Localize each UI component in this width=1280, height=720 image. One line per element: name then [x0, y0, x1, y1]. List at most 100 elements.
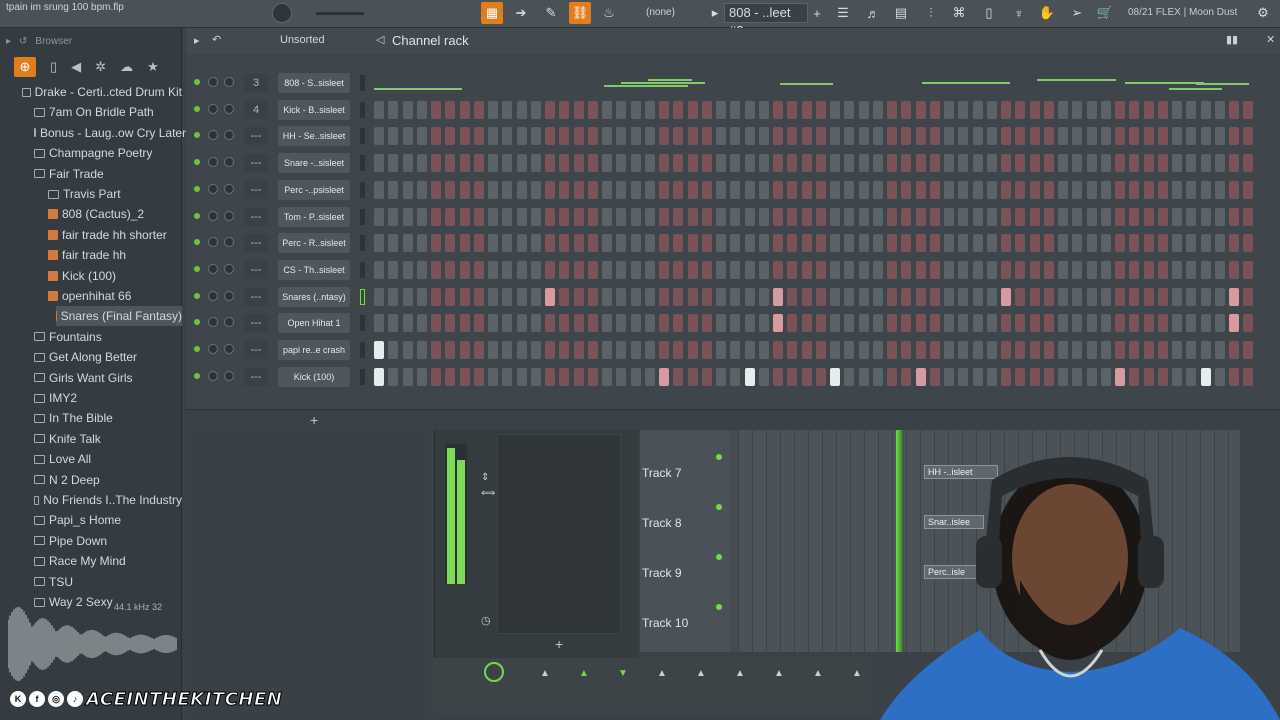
step-button[interactable] — [1100, 154, 1111, 173]
browser-folder-item[interactable]: Get Along Better — [34, 347, 182, 367]
step-button[interactable] — [844, 154, 855, 173]
step-button[interactable] — [744, 127, 755, 146]
step-button[interactable] — [1186, 260, 1197, 279]
step-button[interactable] — [1029, 100, 1040, 119]
step-button[interactable] — [445, 287, 456, 306]
step-button[interactable] — [1129, 341, 1140, 359]
plugin-picker-icon[interactable]: ♆ — [1008, 2, 1030, 24]
step-button[interactable] — [1001, 207, 1011, 226]
step-button[interactable] — [1058, 314, 1068, 333]
step-button[interactable] — [587, 100, 598, 119]
step-button[interactable] — [673, 234, 684, 253]
step-button[interactable] — [630, 260, 641, 279]
step-button[interactable] — [488, 314, 498, 333]
step-button[interactable] — [844, 234, 855, 253]
step-button[interactable] — [929, 154, 940, 173]
step-button[interactable] — [1043, 127, 1054, 146]
step-button[interactable] — [1200, 260, 1211, 279]
step-button[interactable] — [1243, 127, 1254, 146]
step-button[interactable] — [431, 287, 441, 306]
step-button[interactable] — [1029, 154, 1040, 173]
step-button[interactable] — [1243, 207, 1254, 226]
step-button[interactable] — [587, 367, 598, 386]
step-button[interactable] — [830, 341, 840, 359]
step-button[interactable] — [1001, 260, 1011, 279]
step-button[interactable] — [1015, 100, 1026, 119]
step-button[interactable] — [644, 341, 655, 359]
step-button[interactable] — [1043, 367, 1054, 386]
step-button[interactable] — [758, 180, 769, 199]
channel-volume-knob[interactable] — [224, 183, 234, 194]
track-name[interactable]: Track 10 — [642, 616, 688, 630]
channel-pan-knob[interactable] — [208, 157, 218, 168]
step-button[interactable] — [844, 207, 855, 226]
step-button[interactable] — [416, 341, 427, 359]
step-button[interactable] — [1143, 154, 1154, 173]
channel-mixer-route[interactable]: --- — [244, 367, 268, 386]
step-button[interactable] — [858, 207, 869, 226]
step-button[interactable] — [459, 341, 470, 359]
step-button[interactable] — [559, 207, 570, 226]
step-button[interactable] — [530, 287, 541, 306]
step-button[interactable] — [388, 207, 399, 226]
send-arrow-icon[interactable]: ▲ — [540, 668, 550, 679]
step-button[interactable] — [1229, 234, 1239, 253]
channel-mute-led[interactable] — [194, 212, 200, 219]
step-button[interactable] — [1186, 180, 1197, 199]
step-button[interactable] — [616, 341, 627, 359]
step-button[interactable] — [716, 100, 726, 119]
step-button[interactable] — [488, 341, 498, 359]
step-button[interactable] — [573, 260, 584, 279]
step-button[interactable] — [730, 234, 741, 253]
channel-mixer-route[interactable]: --- — [244, 341, 268, 359]
step-button[interactable] — [374, 180, 384, 199]
step-button[interactable] — [1243, 100, 1254, 119]
rack-undo-icon[interactable]: ↶ — [212, 33, 221, 46]
step-button[interactable] — [716, 287, 726, 306]
step-button[interactable] — [1157, 287, 1168, 306]
step-button[interactable] — [758, 207, 769, 226]
step-button[interactable] — [1172, 341, 1182, 359]
step-button[interactable] — [602, 127, 612, 146]
step-button[interactable] — [1115, 100, 1125, 119]
step-button[interactable] — [416, 260, 427, 279]
browser-folder-item[interactable]: Fair Trade — [34, 164, 182, 184]
step-button[interactable] — [801, 127, 812, 146]
add-mixer-slot-button[interactable]: + — [555, 636, 563, 652]
step-button[interactable] — [459, 127, 470, 146]
step-button[interactable] — [1086, 154, 1097, 173]
step-button[interactable] — [858, 180, 869, 199]
step-button[interactable] — [1229, 287, 1239, 306]
step-button[interactable] — [1029, 234, 1040, 253]
step-button[interactable] — [602, 207, 612, 226]
step-button[interactable] — [1072, 314, 1083, 333]
browser-folder-item[interactable]: Champagne Poetry — [34, 143, 182, 163]
step-button[interactable] — [1214, 100, 1225, 119]
browser-file-item[interactable]: openhihat 66 — [48, 286, 182, 306]
step-button[interactable] — [1001, 154, 1011, 173]
step-button[interactable] — [516, 287, 527, 306]
step-button[interactable] — [616, 207, 627, 226]
graph-segment[interactable] — [647, 78, 693, 81]
step-button[interactable] — [573, 314, 584, 333]
step-button[interactable] — [1029, 127, 1040, 146]
step-button[interactable] — [1200, 287, 1211, 306]
channel-name-button[interactable]: CS - Th..sisleet — [278, 259, 350, 280]
step-button[interactable] — [1186, 127, 1197, 146]
play-pattern-icon[interactable]: ▸ — [704, 2, 726, 24]
playlist-icon[interactable]: ▦ — [481, 2, 503, 24]
step-button[interactable] — [488, 287, 498, 306]
step-button[interactable] — [473, 287, 484, 306]
step-button[interactable] — [1172, 207, 1182, 226]
step-button[interactable] — [1157, 341, 1168, 359]
step-button[interactable] — [915, 207, 926, 226]
step-button[interactable] — [687, 341, 698, 359]
step-button[interactable] — [872, 127, 883, 146]
step-button[interactable] — [1086, 314, 1097, 333]
stamp-icon[interactable]: ♨ — [598, 2, 620, 24]
browser-folder-item[interactable]: Love All — [34, 449, 182, 469]
step-button[interactable] — [1115, 207, 1125, 226]
step-button[interactable] — [416, 154, 427, 173]
channel-mute-led[interactable] — [194, 185, 200, 192]
step-button[interactable] — [830, 314, 840, 333]
